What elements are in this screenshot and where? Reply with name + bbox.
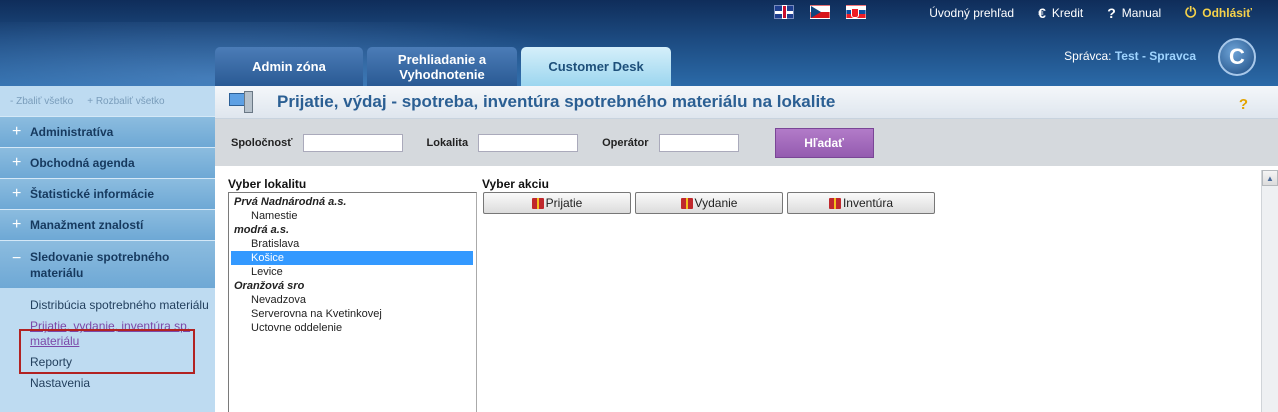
location-option[interactable]: Namestie: [229, 209, 476, 223]
manual-label: Manual: [1121, 5, 1162, 20]
sidebar-toggles: - Zbaliť všetko + Rozbaliť všetko: [0, 86, 215, 116]
flag-sk-icon[interactable]: [846, 5, 866, 19]
top-nav: Úvodný prehľad € Kredit ? Manual ⏻ Odhlásiť: [929, 4, 1252, 21]
sidebar-item-label: Sledovanie spotrebného materiálu: [30, 250, 170, 280]
location-option[interactable]: Nevadzova: [229, 293, 476, 307]
operator-label: Operátor: [602, 136, 649, 149]
credit-label: Kredit: [1051, 5, 1084, 20]
help-icon[interactable]: ?: [1239, 96, 1248, 113]
location-group: modrá a.s.: [234, 224, 290, 236]
tab-admin-zone[interactable]: Admin zóna: [215, 47, 363, 86]
inventory-label: Inventúra: [842, 196, 894, 210]
action-header: Vyber akciu: [482, 177, 549, 191]
plus-icon: +: [12, 185, 22, 202]
sidebar-item-statistics[interactable]: + Štatistické informácie: [0, 178, 215, 209]
inventory-button[interactable]: Inventúra: [787, 192, 935, 214]
receive-label: Prijatie: [545, 196, 583, 210]
logo-c-icon[interactable]: C: [1218, 38, 1256, 76]
search-button[interactable]: Hľadať: [774, 127, 874, 158]
expand-all-link[interactable]: + Rozbaliť všetko: [87, 96, 164, 107]
minus-icon: −: [12, 250, 22, 267]
sidebar-item-business-agenda[interactable]: + Obchodná agenda: [0, 147, 215, 178]
location-option[interactable]: Košice: [231, 251, 473, 265]
sidebar-item-administration[interactable]: + Administratíva: [0, 116, 215, 147]
header: Úvodný prehľad € Kredit ? Manual ⏻ Odhlásiť…: [0, 0, 1278, 86]
plus-icon: +: [12, 216, 22, 233]
title-bar: Prijatie, výdaj - spotreba, inventúra sp…: [215, 86, 1278, 119]
location-option[interactable]: Uctovne oddelenie: [229, 321, 476, 335]
highlight-box: [19, 329, 195, 374]
question-icon: ?: [1107, 4, 1116, 21]
tab-review-evaluation[interactable]: Prehliadanie a Vyhodnotenie: [367, 47, 517, 86]
gift-issue-icon: [680, 197, 693, 209]
company-label: Spoločnosť: [231, 136, 293, 149]
credit-link[interactable]: € Kredit: [1038, 5, 1083, 21]
sidebar-item-label: Manažment znalostí: [30, 218, 144, 232]
overview-label: Úvodný prehľad: [929, 5, 1015, 20]
location-label: Lokalita: [426, 136, 469, 149]
manual-link[interactable]: ? Manual: [1107, 5, 1161, 21]
power-icon: ⏻: [1185, 4, 1197, 20]
page-title: Prijatie, výdaj - spotreba, inventúra sp…: [277, 92, 836, 111]
collapse-all-link[interactable]: - Zbaliť všetko: [10, 96, 73, 107]
logout-label: Odhlásiť: [1202, 5, 1252, 20]
gift-inventory-icon: [828, 197, 841, 209]
flag-cz-icon[interactable]: [810, 5, 830, 19]
location-listbox[interactable]: Prvá Nadnárodná a.s. Namestie modrá a.s. Br…: [228, 192, 477, 412]
flag-uk-icon[interactable]: [774, 5, 794, 19]
admin-name[interactable]: Test - Spravca: [1115, 49, 1196, 63]
action-buttons: Prijatie Vydanie Inventúra: [483, 192, 935, 214]
submenu-distribution[interactable]: Distribúcia spotrebného materiálu: [30, 298, 215, 313]
receive-button[interactable]: Prijatie: [483, 192, 631, 214]
issue-button[interactable]: Vydanie: [635, 192, 783, 214]
location-group: Prvá Nadnárodná a.s.: [234, 196, 347, 208]
location-input[interactable]: [478, 133, 579, 152]
location-header: Vyber lokalitu: [228, 177, 307, 191]
location-option[interactable]: Serverovna na Kvetinkovej: [229, 307, 476, 321]
submenu-settings[interactable]: Nastavenia: [30, 376, 215, 391]
sidebar-item-knowledge[interactable]: + Manažment znalostí: [0, 209, 215, 240]
main-tabs: Admin zóna Prehliadanie a Vyhodnotenie C…: [215, 47, 671, 86]
euro-icon: €: [1038, 4, 1046, 21]
gift-add-icon: [531, 197, 544, 209]
admin-label: Správca:: [1064, 49, 1112, 63]
scroll-up-icon[interactable]: ▲: [1262, 170, 1278, 186]
plus-icon: +: [12, 123, 22, 140]
sidebar-item-label: Štatistické informácie: [30, 187, 155, 201]
filter-bar: Spoločnosť Lokalita Operátor Hľadať: [215, 119, 1278, 166]
issue-label: Vydanie: [694, 196, 738, 210]
operator-input[interactable]: [658, 133, 739, 152]
plus-icon: +: [12, 154, 22, 171]
language-flags: [774, 5, 866, 19]
computer-icon: [229, 91, 253, 113]
sidebar-item-consumables[interactable]: − Sledovanie spotrebného materiálu: [0, 240, 215, 288]
tab-customer-desk[interactable]: Customer Desk: [521, 47, 671, 86]
scrollbar[interactable]: ▲: [1261, 170, 1278, 412]
overview-link[interactable]: Úvodný prehľad: [929, 6, 1014, 20]
location-group: Oranžová sro: [234, 280, 305, 292]
company-input[interactable]: [302, 133, 403, 152]
main-content: Prijatie, výdaj - spotreba, inventúra sp…: [215, 86, 1278, 412]
logout-link[interactable]: ⏻ Odhlásiť: [1185, 4, 1252, 21]
location-option[interactable]: Bratislava: [229, 237, 476, 251]
sidebar-item-label: Administratíva: [30, 125, 114, 139]
admin-info: Správca: Test - Spravca: [1064, 49, 1196, 63]
selection-area: Vyber lokalitu Vyber akciu Prvá Nadnárod…: [215, 170, 1278, 412]
sidebar-item-label: Obchodná agenda: [30, 156, 135, 170]
location-option[interactable]: Levice: [229, 265, 476, 279]
